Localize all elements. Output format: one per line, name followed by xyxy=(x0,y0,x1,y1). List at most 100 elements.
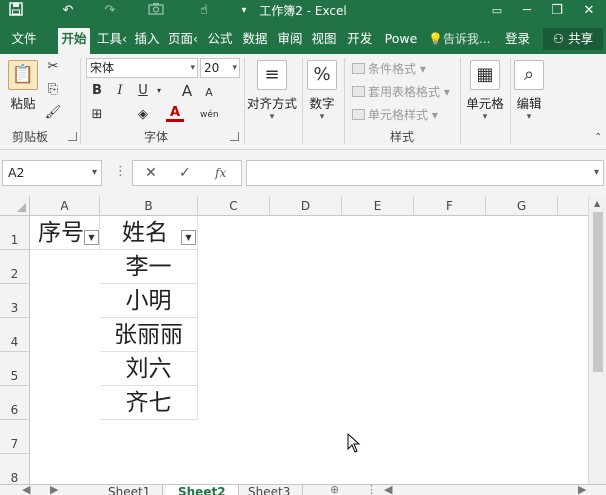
enter-icon[interactable]: ✓ xyxy=(179,161,191,185)
insert-function-icon[interactable]: fx xyxy=(215,161,226,185)
column-header-g[interactable]: G xyxy=(486,196,558,216)
row-header-3[interactable]: 3 xyxy=(0,284,30,318)
sheet-tab-sheet1[interactable]: Sheet1 xyxy=(96,485,164,495)
fill-color-icon[interactable]: ◈ xyxy=(134,106,152,124)
tab-insert[interactable]: 插入 xyxy=(132,28,162,54)
chevron-down-icon: ▾ xyxy=(232,63,237,73)
mouse-pointer-icon xyxy=(347,433,361,453)
tab-home[interactable]: 开始 xyxy=(58,28,90,54)
select-all-triangle xyxy=(17,203,26,212)
cut-icon[interactable]: ✂ xyxy=(44,58,62,76)
restore-button[interactable]: ❐ xyxy=(540,0,574,22)
tab-view[interactable]: 视图 xyxy=(309,28,339,54)
group-separator xyxy=(344,58,345,144)
sheet-tab-sheet2[interactable]: Sheet2 xyxy=(166,485,239,495)
row-header-8[interactable]: 8 xyxy=(0,454,30,484)
cell-b5[interactable]: 刘六 xyxy=(100,352,198,386)
column-header-b[interactable]: B xyxy=(100,196,198,216)
row-header-4[interactable]: 4 xyxy=(0,318,30,352)
tab-power[interactable]: Powe xyxy=(383,28,419,54)
scroll-up-icon[interactable]: ▲ xyxy=(594,199,600,208)
tab-formulas[interactable]: 公式 xyxy=(204,28,236,54)
row-header-2[interactable]: 2 xyxy=(0,250,30,284)
format-painter-icon[interactable]: 🖌 xyxy=(44,104,62,122)
hscroll-right-icon[interactable]: ▶ xyxy=(578,485,586,495)
tab-file[interactable]: 文件 xyxy=(4,28,44,54)
row-header-6[interactable]: 6 xyxy=(0,386,30,420)
font-color-button[interactable]: A xyxy=(166,106,184,122)
font-grow-button[interactable]: A xyxy=(178,82,196,100)
worksheet-grid[interactable]: A B C D E F G 1 2 3 4 5 6 7 8 序号 ▼ 姓名 ▼ … xyxy=(0,196,588,484)
font-shrink-button[interactable]: A xyxy=(200,84,218,102)
tab-data[interactable]: 数据 xyxy=(240,28,270,54)
phonetic-button[interactable]: wén xyxy=(200,106,219,124)
conditional-formatting-button[interactable]: 条件格式 ▾ xyxy=(352,60,426,77)
column-header-h[interactable] xyxy=(558,196,588,216)
italic-button[interactable]: I xyxy=(111,82,129,100)
font-size-input[interactable]: 20 ▾ xyxy=(200,58,240,78)
tab-splitter-icon[interactable]: ⋮ xyxy=(366,485,377,495)
collapse-ribbon-icon[interactable]: ⌃ xyxy=(594,132,602,143)
group-separator xyxy=(244,58,245,144)
vertical-scrollbar[interactable]: ▲ xyxy=(588,196,606,484)
table-format-icon xyxy=(352,86,365,97)
column-header-d[interactable]: D xyxy=(270,196,342,216)
column-header-f[interactable]: F xyxy=(414,196,486,216)
formula-bar: A2 ▾ ⋮ ✕ ✓ fx ▾ xyxy=(0,150,606,196)
paste-button[interactable]: 📋 粘贴 xyxy=(6,60,40,112)
tab-page-layout[interactable]: 页面‹ xyxy=(166,28,200,54)
sheet-tab-sheet3[interactable]: Sheet3 xyxy=(236,485,304,495)
formula-input[interactable]: ▾ xyxy=(246,160,604,186)
tab-tools[interactable]: 工具‹ xyxy=(95,28,129,54)
scrollbar-thumb[interactable] xyxy=(593,212,603,372)
underline-dropdown-icon[interactable]: ▾ xyxy=(150,82,168,100)
cancel-icon[interactable]: ✕ xyxy=(145,161,157,185)
hscroll-left-icon[interactable]: ◀ xyxy=(384,485,392,495)
borders-icon[interactable]: ⊞ xyxy=(88,106,106,124)
sheet-tab-bar: ◀ ▶ Sheet1 Sheet2 Sheet3 ⊕ ⋮ ◀ ▶ xyxy=(0,484,606,495)
editing-button[interactable]: ⌕ 编辑 ▾ xyxy=(514,60,544,122)
column-header-e[interactable]: E xyxy=(342,196,414,216)
select-all-button[interactable] xyxy=(0,196,30,216)
formula-bar-splitter[interactable]: ⋮ xyxy=(114,164,127,179)
share-button[interactable]: ⚇ 共享 xyxy=(543,28,603,50)
conditional-format-icon xyxy=(352,63,365,74)
filter-dropdown-a1[interactable]: ▼ xyxy=(84,230,99,245)
chevron-down-icon: ▾ xyxy=(526,112,532,122)
percent-icon: % xyxy=(307,60,337,90)
row-header-5[interactable]: 5 xyxy=(0,352,30,386)
cell-styles-button[interactable]: 单元格样式 ▾ xyxy=(352,106,438,123)
bold-button[interactable]: B xyxy=(88,82,106,100)
cell-b6[interactable]: 齐七 xyxy=(100,386,198,420)
number-format-button[interactable]: % 数字 ▾ xyxy=(306,60,338,122)
minimize-button[interactable]: ─ xyxy=(510,0,544,22)
cell-style-icon xyxy=(352,109,365,120)
cells-button[interactable]: ▦ 单元格 ▾ xyxy=(464,60,506,122)
new-sheet-icon[interactable]: ⊕ xyxy=(330,485,339,495)
person-icon: ⚇ xyxy=(552,31,565,46)
font-launcher-icon[interactable] xyxy=(230,132,239,141)
name-box[interactable]: A2 ▾ xyxy=(2,160,102,186)
column-header-a[interactable]: A xyxy=(30,196,100,216)
tell-me-search[interactable]: 💡告诉我... xyxy=(428,28,498,50)
close-button[interactable]: ✕ xyxy=(572,0,606,22)
cell-b4[interactable]: 张丽丽 xyxy=(100,318,198,352)
cell-b2[interactable]: 李一 xyxy=(100,250,198,284)
tab-developer[interactable]: 开发 xyxy=(343,28,379,54)
scroll-sheets-left-icon[interactable]: ◀ xyxy=(22,485,30,495)
scroll-sheets-right-icon[interactable]: ▶ xyxy=(50,485,58,495)
login-link[interactable]: 登录 xyxy=(505,28,530,50)
clipboard-launcher-icon[interactable] xyxy=(68,132,77,141)
copy-icon[interactable]: ⎘ xyxy=(44,81,62,99)
cell-b3[interactable]: 小明 xyxy=(100,284,198,318)
tab-review[interactable]: 审阅 xyxy=(275,28,305,54)
format-as-table-button[interactable]: 套用表格格式 ▾ xyxy=(352,83,450,100)
expand-formula-bar-icon[interactable]: ▾ xyxy=(594,167,599,178)
filter-dropdown-b1[interactable]: ▼ xyxy=(181,230,196,245)
column-header-c[interactable]: C xyxy=(198,196,270,216)
ribbon-display-options-button[interactable]: ▭ xyxy=(480,0,514,22)
alignment-button[interactable]: ≡ 对齐方式 ▾ xyxy=(246,60,298,122)
font-name-input[interactable]: 宋体 ▾ xyxy=(86,58,198,78)
row-header-1[interactable]: 1 xyxy=(0,216,30,250)
row-header-7[interactable]: 7 xyxy=(0,420,30,454)
